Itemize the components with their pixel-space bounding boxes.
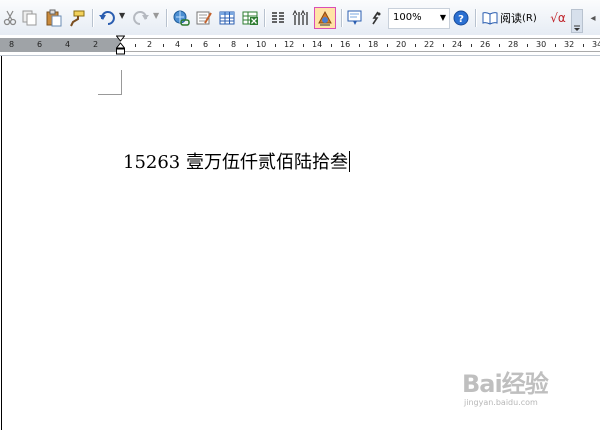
- watermark-logo: Bai经验: [462, 370, 549, 398]
- cut-icon[interactable]: [3, 8, 17, 28]
- ruler-minor-tick: [331, 44, 332, 47]
- reading-shortcut: (R): [522, 12, 537, 24]
- indent-marker-icon[interactable]: [116, 35, 125, 55]
- ruler-tick-label: 16: [340, 40, 351, 49]
- toolbar-separator: [475, 9, 477, 27]
- document-map-icon[interactable]: [314, 7, 336, 29]
- watermark-url: jingyan.baidu.com: [464, 398, 538, 407]
- zoom-value: 100%: [393, 12, 422, 23]
- equation-label: √α: [550, 11, 566, 25]
- ruler-tick-label: 6: [37, 40, 43, 49]
- document-area[interactable]: 15263 壹万伍仟贰佰陆拾叁 Bai经验 jingyan.baidu.com: [0, 56, 600, 430]
- ruler-tick-label: 2: [93, 40, 99, 49]
- copy-icon[interactable]: [22, 8, 38, 28]
- text-boundary-corner: [121, 70, 122, 95]
- ruler-minor-tick: [219, 44, 220, 47]
- zoom-dropdown[interactable]: 100% ▼: [388, 8, 450, 29]
- ruler-tick-label: 4: [175, 40, 181, 49]
- ruler-minor-tick: [499, 44, 500, 47]
- ruler-tick-label: 2: [147, 40, 153, 49]
- ruler-tick-label: 12: [284, 40, 295, 49]
- ruler-minor-tick: [135, 44, 136, 47]
- reading-mode-button[interactable]: 阅读 (R): [482, 9, 537, 27]
- equation-icon[interactable]: √α: [548, 8, 568, 28]
- svg-text:?: ?: [458, 14, 464, 25]
- ruler-tick-label: 30: [536, 40, 547, 49]
- format-painter-icon[interactable]: [68, 8, 86, 28]
- ruler-minor-tick: [275, 44, 276, 47]
- ruler-minor-tick: [443, 44, 444, 47]
- ruler-minor-tick: [163, 44, 164, 47]
- page-left-edge: [1, 56, 2, 430]
- insert-excel-icon[interactable]: [241, 8, 259, 28]
- ruler-minor-tick: [191, 44, 192, 47]
- toolbar-separator: [264, 9, 266, 27]
- ruler-tick-label: 32: [564, 40, 575, 49]
- text-boundary-corner: [98, 94, 122, 95]
- toolbar-more-icon[interactable]: ◂: [588, 8, 598, 28]
- text-cursor: [348, 151, 350, 172]
- ruler-minor-tick: [527, 44, 528, 47]
- document-text[interactable]: 15263 壹万伍仟贰佰陆拾叁: [123, 148, 350, 174]
- reading-label: 阅读: [500, 12, 522, 25]
- help-icon[interactable]: ?: [452, 8, 470, 28]
- standard-toolbar: ▼ ▼ 100% ▼ ? 阅读 (R) √α ◂: [0, 0, 600, 36]
- ruler-tick-label: 8: [9, 40, 15, 49]
- toolbar-separator: [341, 9, 343, 27]
- ruler-tick-label: 18: [368, 40, 379, 49]
- ruler-tick-label: 34: [592, 40, 600, 49]
- watermark: Bai经验 jingyan.baidu.com: [462, 364, 572, 414]
- ruler-tick-label: 8: [231, 40, 237, 49]
- paste-icon[interactable]: [45, 8, 63, 28]
- ruler-tick-label: 10: [256, 40, 267, 49]
- show-formatting-icon[interactable]: [346, 8, 364, 28]
- ruler-tick-label: 4: [65, 40, 71, 49]
- ruler-minor-tick: [359, 44, 360, 47]
- ruler-minor-tick: [555, 44, 556, 47]
- ruler-tick-label: 22: [424, 40, 435, 49]
- ruler-tick-label: 20: [396, 40, 407, 49]
- ruler-minor-tick: [471, 44, 472, 47]
- ruler-tick-label: 26: [480, 40, 491, 49]
- ruler-minor-tick: [247, 44, 248, 47]
- open-book-icon: [482, 12, 498, 25]
- ruler-tick-label: 14: [312, 40, 323, 49]
- ruler-minor-tick: [583, 44, 584, 47]
- tables-borders-icon[interactable]: [195, 8, 213, 28]
- toolbar-separator: [92, 9, 94, 27]
- ruler-minor-tick: [387, 44, 388, 47]
- ruler-tick-label: 6: [203, 40, 209, 49]
- ruler-tick-label: 28: [508, 40, 519, 49]
- undo-dropdown-icon[interactable]: ▼: [119, 11, 125, 20]
- document-text-content: 15263 壹万伍仟贰佰陆拾叁: [123, 152, 348, 173]
- ruler-minor-tick: [303, 44, 304, 47]
- redo-dropdown-icon[interactable]: ▼: [153, 11, 159, 20]
- ruler-tick-label: 24: [452, 40, 463, 49]
- hyperlink-icon[interactable]: [172, 8, 190, 28]
- paragraph-marks-icon[interactable]: [369, 8, 383, 28]
- redo-icon[interactable]: [132, 8, 150, 28]
- toolbar-separator: [166, 9, 168, 27]
- columns-icon[interactable]: [270, 8, 286, 28]
- undo-icon[interactable]: [98, 8, 116, 28]
- chevron-down-icon: ▼: [439, 13, 446, 22]
- ruler-minor-tick: [415, 44, 416, 47]
- horizontal-ruler[interactable]: 8 6 4 2 2 4 6 8 10 12 14 16 18 20 22 24 26 28 30 32 34: [0, 35, 600, 56]
- toolbar-overflow-icon[interactable]: [571, 9, 583, 33]
- ruler-text-area: [120, 38, 600, 52]
- drawing-icon[interactable]: [292, 8, 310, 28]
- ruler-margin-area: [0, 38, 120, 52]
- insert-table-icon[interactable]: [218, 8, 236, 28]
